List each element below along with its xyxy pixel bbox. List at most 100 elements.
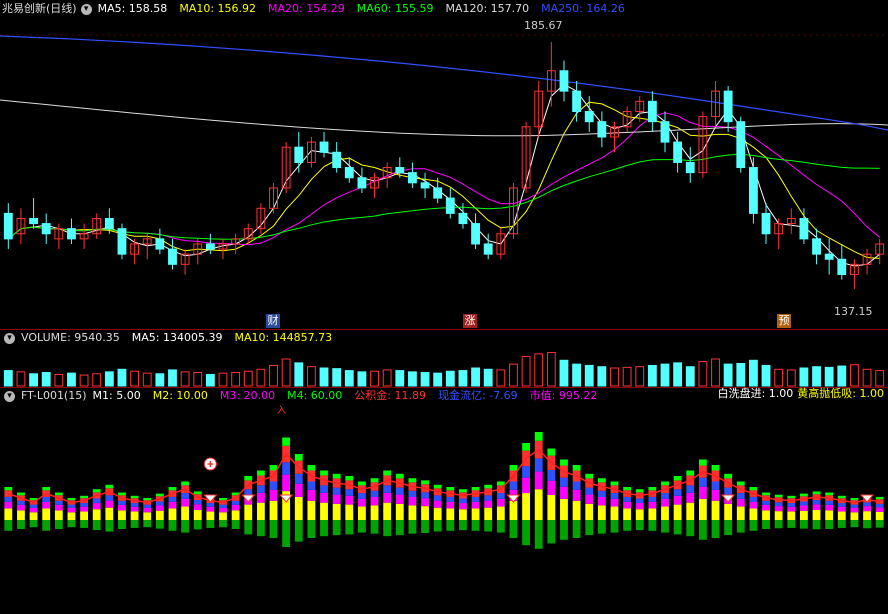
event-marker-finance[interactable]: 财: [266, 314, 280, 328]
indicator-segment: [130, 495, 139, 499]
indicator-segment: [193, 504, 202, 510]
indicator-negative-bar: [231, 520, 240, 529]
volume-bar: [193, 372, 203, 387]
volume-bar: [269, 364, 278, 387]
volume-bar: [572, 363, 582, 387]
indicator-negative-bar: [509, 520, 518, 538]
volume-bar: [130, 370, 140, 387]
indicator-segment: [547, 448, 556, 456]
volume-bar: [319, 367, 329, 387]
indicator-segment: [130, 506, 139, 512]
event-marker-forecast[interactable]: 预: [777, 314, 791, 328]
volume-bar: [382, 369, 392, 387]
indicator-segment: [446, 487, 455, 491]
indicator-negative-bar: [357, 520, 366, 533]
indicator-negative-bar: [155, 520, 164, 529]
indicator-segment: [610, 481, 619, 486]
indicator-segment: [787, 506, 796, 512]
candle-body: [168, 248, 177, 265]
indicator-negative-bar: [585, 520, 594, 536]
indicator-segment: [623, 501, 632, 509]
indicator-segment: [269, 489, 278, 501]
indicator-negative-bar: [875, 520, 884, 528]
volume-bar: [256, 368, 266, 387]
indicator-segment: [762, 510, 770, 520]
indicator-segment: [181, 493, 190, 499]
indicator-segment: [736, 498, 745, 507]
event-rise-text: 涨: [464, 314, 476, 327]
volume-bar: [281, 358, 291, 387]
indicator-segment: [509, 465, 518, 471]
indicator-collapse-icon[interactable]: ▾: [4, 390, 15, 402]
indicator-segment: [825, 500, 834, 505]
indicator-segment: [698, 477, 707, 487]
indicator-segment: [54, 504, 63, 511]
volume-bar: [458, 370, 468, 387]
indicator-negative-bar: [92, 520, 101, 531]
indicator-name[interactable]: FT-L001(15): [21, 388, 87, 404]
candle-body: [685, 161, 695, 174]
indicator-segment: [534, 458, 543, 472]
indicator-negative-bar: [534, 520, 543, 549]
indicator-segment: [395, 487, 404, 495]
volume-bar: [761, 364, 771, 387]
volume-bar: [344, 370, 354, 387]
indicator-segment: [92, 509, 101, 520]
volume-bar: [698, 361, 708, 387]
indicator-negative-bar: [370, 520, 379, 534]
indicator-negative-bar: [459, 520, 467, 531]
ma-lines: [0, 35, 888, 267]
indicator-segment: [4, 501, 13, 509]
indicator-segment: [446, 496, 455, 502]
indicator-negative-bar: [648, 520, 657, 531]
indicator-segment: [686, 485, 695, 493]
chart-canvas[interactable]: [0, 0, 888, 614]
indicator-segment: [345, 489, 354, 496]
indicator-segment: [711, 489, 720, 501]
indicator-segment: [585, 473, 594, 479]
indicator-segment: [130, 511, 139, 520]
volume-bar: [862, 368, 872, 387]
signal-diamond-icon: [279, 494, 294, 503]
indicator-segment: [875, 503, 884, 508]
price-high-label: 185.67: [524, 19, 563, 32]
volume-bar: [54, 373, 64, 387]
indicator-segment: [206, 511, 215, 520]
indicator-segment: [698, 486, 707, 499]
indicator-bars: [4, 432, 884, 549]
indicator-segment: [269, 481, 278, 490]
volume-collapse-icon[interactable]: ▾: [4, 332, 15, 344]
indicator-segment: [17, 500, 25, 505]
indicator-segment: [383, 470, 392, 476]
indicator-segment: [522, 466, 531, 478]
indicator-segment: [572, 465, 581, 471]
candle-body: [584, 111, 594, 123]
volume-bar: [635, 366, 645, 387]
indicator-negative-bar: [837, 520, 846, 528]
event-marker-rise[interactable]: 涨: [463, 314, 477, 328]
volume-bar: [723, 363, 733, 387]
indicator-segment: [118, 492, 126, 496]
indicator-negative-bar: [244, 520, 253, 535]
indicator-segment: [484, 484, 493, 489]
candle-body: [445, 197, 455, 214]
indicator-negative-bar: [673, 520, 682, 535]
indicator-segment: [256, 502, 265, 520]
indicator-segment: [42, 508, 51, 520]
indicator-segment: [724, 473, 733, 479]
indicator-segment: [673, 495, 682, 505]
indicator-negative-bar: [799, 520, 808, 529]
volume-panel-header: ▾ VOLUME: 9540.35 MA5: 134005.39 MA10: 144…: [2, 330, 338, 346]
indicator-negative-bar: [383, 520, 392, 537]
indicator-segment: [433, 495, 442, 501]
indicator-segment: [294, 454, 303, 461]
indicator-segment: [534, 432, 543, 441]
indicator-segment: [863, 502, 871, 507]
indicator-segment: [648, 501, 657, 509]
indicator-segment: [370, 505, 379, 520]
indicator-segment: [522, 493, 531, 520]
volume-bar: [471, 367, 480, 387]
volume-bar: [850, 364, 859, 387]
volume-bar: [395, 370, 405, 387]
indicator-negative-bar: [433, 520, 442, 532]
